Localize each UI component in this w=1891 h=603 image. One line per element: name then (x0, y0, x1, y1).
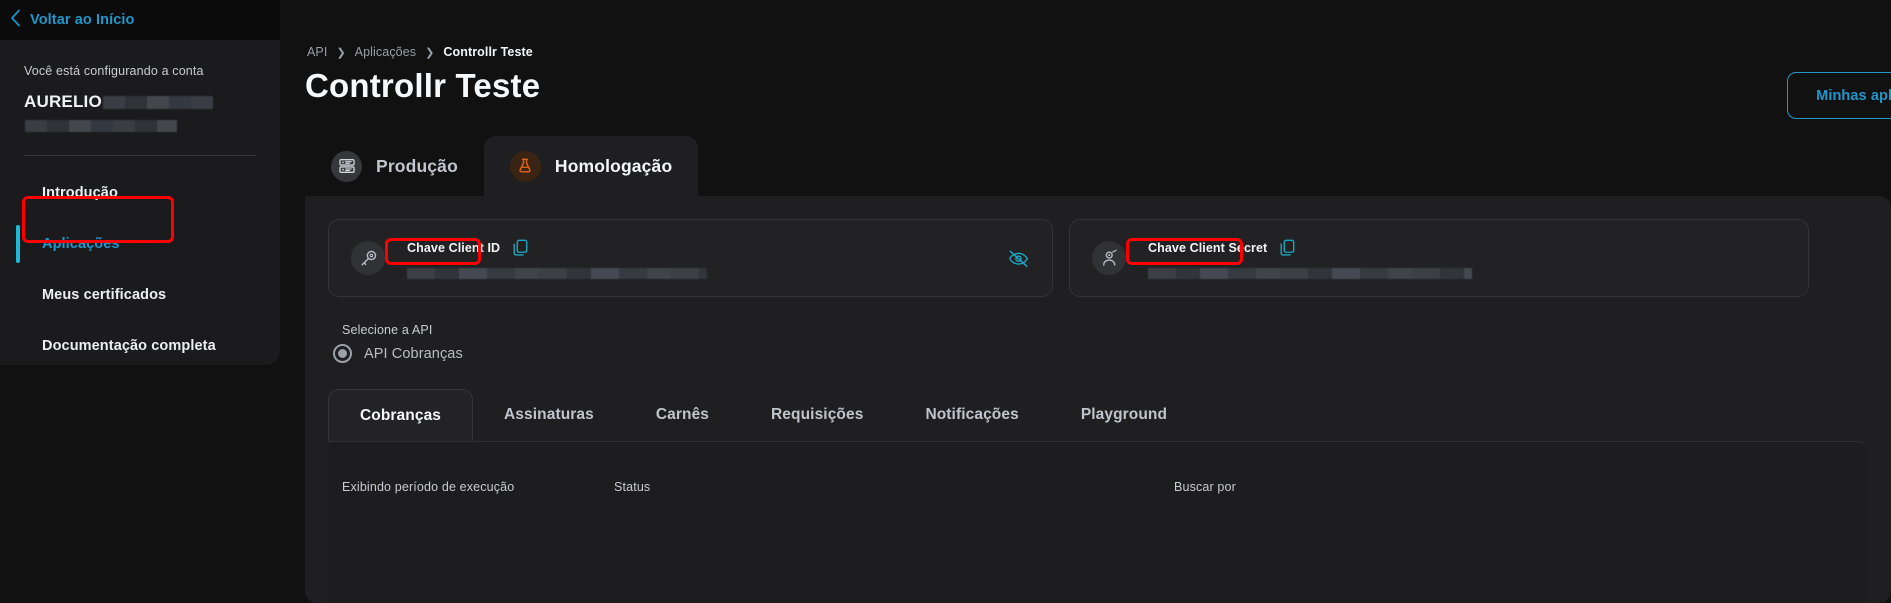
account-caption: Você está configurando a conta (24, 64, 204, 78)
account-block: Você está configurando a conta AURELIO (0, 40, 280, 137)
filter-label-buscar: Buscar por (1174, 480, 1236, 494)
key-icon (351, 241, 385, 275)
copy-icon[interactable] (1279, 239, 1296, 257)
filter-label-status: Status (614, 480, 651, 494)
environment-panel: Chave Client ID Chave Client Secret Sele… (305, 196, 1891, 603)
client-id-body: Chave Client ID (407, 238, 993, 279)
chevron-left-icon[interactable] (10, 9, 21, 32)
user-key-icon (1092, 241, 1126, 275)
radio-api-cobrancas[interactable]: API Cobranças (333, 344, 463, 363)
tab-cobrancas[interactable]: Cobranças (328, 389, 474, 441)
client-id-value-redacted (407, 267, 707, 279)
sidebar-item-meus-certificados[interactable]: Meus certificados (0, 274, 280, 316)
sidebar-item-label: Introdução (42, 185, 118, 201)
client-id-card: Chave Client ID (328, 219, 1053, 297)
breadcrumb-item-aplicacoes[interactable]: Aplicações (355, 45, 416, 59)
copy-icon[interactable] (512, 239, 529, 257)
account-name-redaction (102, 95, 213, 109)
chevron-right-icon: ❯ (425, 46, 435, 59)
client-secret-label: Chave Client Secret (1148, 240, 1268, 255)
credentials-row: Chave Client ID Chave Client Secret (328, 219, 1809, 297)
client-secret-head: Chave Client Secret (1148, 238, 1786, 258)
breadcrumb-item-current: Controllr Teste (443, 45, 533, 59)
topbar: Voltar ao Início (0, 0, 280, 40)
sidebar-item-label: Documentação completa (42, 338, 216, 354)
breadcrumb-item-api[interactable]: API (307, 45, 327, 59)
tab-label: Produção (376, 155, 458, 176)
server-icon (331, 150, 362, 182)
client-secret-body: Chave Client Secret (1148, 238, 1786, 279)
filter-label-periodo: Exibindo período de execução (342, 480, 515, 494)
radio-label: API Cobranças (364, 345, 463, 362)
eye-off-icon[interactable] (1007, 249, 1030, 268)
page-title: Controllr Teste (305, 67, 541, 104)
breadcrumb: API ❯ Aplicações ❯ Controllr Teste (307, 45, 533, 59)
sidebar-item-introducao[interactable]: Introdução (0, 172, 280, 214)
client-secret-card: Chave Client Secret (1069, 219, 1809, 297)
sidebar-item-aplicacoes[interactable]: Aplicações (0, 223, 280, 265)
client-secret-value-redacted (1148, 267, 1472, 279)
sidebar-item-label: Aplicações (42, 236, 120, 252)
radio-selected-icon (333, 344, 352, 363)
sidebar-item-documentacao-completa[interactable]: Documentação completa (0, 325, 280, 365)
topbar-background (280, 0, 1891, 40)
api-tabs: Cobranças Assinaturas Carnês Requisições… (328, 389, 1198, 441)
tab-carnes[interactable]: Carnês (625, 389, 740, 441)
client-id-label: Chave Client ID (407, 240, 501, 255)
tab-assinaturas[interactable]: Assinaturas (473, 389, 625, 441)
account-document-redaction (25, 120, 177, 132)
environment-tabs: Produção Homologação (305, 136, 699, 196)
account-name-text: AURELIO (24, 92, 102, 111)
tab-requisicoes[interactable]: Requisições (740, 389, 894, 441)
api-panel: Exibindo período de execução Status Busc… (328, 441, 1868, 603)
tab-playground[interactable]: Playground (1050, 389, 1198, 441)
minhas-aplicacoes-button[interactable]: Minhas aplicações (1787, 72, 1891, 119)
flask-icon (509, 150, 541, 182)
back-to-home-link[interactable]: Voltar ao Início (30, 12, 134, 28)
filters-row: Exibindo período de execução Status Busc… (342, 480, 1842, 494)
tab-label: Homologação (554, 155, 673, 176)
tab-notificacoes[interactable]: Notificações (894, 389, 1049, 441)
sidebar-item-label: Meus certificados (42, 287, 167, 303)
main-content: API ❯ Aplicações ❯ Controllr Teste Contr… (280, 40, 1891, 603)
chevron-right-icon: ❯ (336, 46, 346, 59)
sidebar: Você está configurando a conta AURELIO I… (0, 40, 280, 365)
account-name: AURELIO (24, 92, 256, 112)
tab-homologacao[interactable]: Homologação (483, 136, 699, 196)
select-api-label: Selecione a API (342, 323, 433, 337)
client-id-head: Chave Client ID (407, 238, 993, 258)
sidebar-nav: Introdução Aplicações Meus certificados … (0, 156, 280, 365)
tab-producao[interactable]: Produção (305, 136, 484, 196)
